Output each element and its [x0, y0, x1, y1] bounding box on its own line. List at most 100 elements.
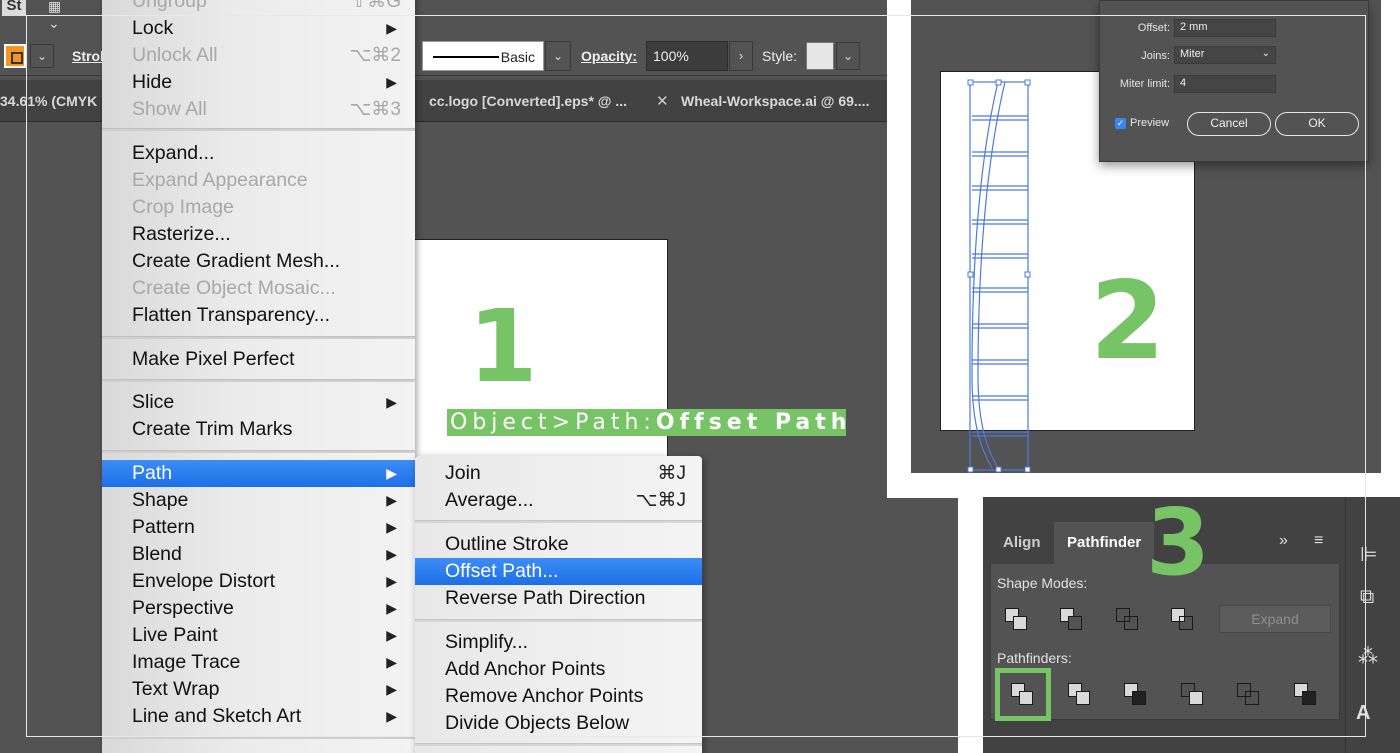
expand-button[interactable]: Expand — [1219, 605, 1331, 633]
stroke-profile-select[interactable]: Basic — [422, 41, 544, 71]
pathfinders-label: Pathfinders: — [997, 650, 1072, 666]
exclude-icon[interactable] — [1171, 608, 1195, 632]
submenu-item-simplify[interactable]: Simplify... — [415, 629, 702, 656]
menu-item-expand-appearance: Expand Appearance — [132, 169, 308, 191]
tab-cc-logo[interactable]: cc.logo [Converted].eps* @ ... — [429, 93, 627, 109]
submenu-item-reverse-path-direction[interactable]: Reverse Path Direction — [415, 585, 702, 612]
minus-front-icon[interactable] — [1060, 608, 1084, 632]
offset-label: Offset: — [1137, 22, 1170, 34]
submenu-item-join[interactable]: Join ⌘J — [415, 460, 702, 487]
menu-item-image-trace[interactable]: Image Trace ▶ — [102, 649, 415, 676]
joins-label: Joins: — [1141, 50, 1170, 62]
joins-value: Miter — [1180, 48, 1205, 60]
tab-pathfinder[interactable]: Pathfinder — [1054, 522, 1154, 564]
panel-collapse-icon[interactable]: » — [1279, 532, 1288, 550]
submenu-item-add-anchor-points[interactable]: Add Anchor Points — [415, 656, 702, 683]
character-icon[interactable]: A — [1356, 702, 1370, 725]
menu-item-shape[interactable]: Shape ▶ — [102, 487, 415, 514]
tab-wheal-workspace[interactable]: Wheal-Workspace.ai @ 69.... — [681, 93, 869, 109]
divide-highlight-box — [995, 668, 1051, 721]
menu-item-flatten-transparency[interactable]: Flatten Transparency... — [102, 302, 415, 329]
menu-separator — [102, 128, 415, 131]
submenu-item-divide-objects-below[interactable]: Divide Objects Below — [415, 710, 702, 737]
joins-select[interactable]: Miter ⌄ — [1174, 46, 1276, 64]
menu-item-make-pixel-perfect[interactable]: Make Pixel Perfect — [102, 346, 415, 373]
menu-item-pattern[interactable]: Pattern ▶ — [102, 514, 415, 541]
submenu-item-offset-path[interactable]: Offset Path... — [415, 558, 702, 585]
step-number-1: 1 — [468, 288, 538, 405]
offset-input[interactable]: 2 mm — [1174, 19, 1276, 37]
trim-icon[interactable] — [1068, 683, 1092, 707]
stock-badge[interactable]: St — [2, 0, 26, 16]
stroke-line-preview — [433, 56, 499, 58]
unite-icon[interactable] — [1005, 608, 1029, 632]
align-icon[interactable]: ⊫ — [1360, 542, 1377, 567]
submenu-arrow-icon: ▶ — [386, 708, 397, 724]
crop-icon[interactable] — [1181, 683, 1205, 707]
menu-item-create-gradient-mesh[interactable]: Create Gradient Mesh... — [102, 248, 415, 275]
preview-checkbox[interactable]: ✓ — [1115, 118, 1126, 129]
chevron-down-icon: ⌄ — [1261, 48, 1270, 59]
submenu-arrow-icon: ▶ — [386, 519, 397, 535]
caption-prefix: Object>Path: — [450, 410, 656, 435]
tab-align[interactable]: Align — [1003, 534, 1041, 551]
miter-limit-label: Miter limit: — [1119, 78, 1170, 90]
submenu-arrow-icon: ▶ — [386, 546, 397, 562]
menu-item-create-object-mosaic: Create Object Mosaic... — [132, 277, 336, 299]
menu-item-create-trim-marks[interactable]: Create Trim Marks — [102, 416, 415, 443]
submenu-item-outline-stroke[interactable]: Outline Stroke — [415, 531, 702, 558]
opacity-input[interactable]: 100% — [646, 41, 728, 71]
minus-back-icon[interactable] — [1294, 683, 1318, 707]
submenu-arrow-icon: ▶ — [386, 492, 397, 508]
right-tool-strip — [1345, 497, 1400, 753]
miter-limit-input[interactable]: 4 — [1174, 75, 1276, 93]
submenu-arrow-icon: ▶ — [386, 394, 397, 410]
menu-separator — [102, 379, 415, 382]
preview-label[interactable]: Preview — [1130, 117, 1169, 129]
opacity-label[interactable]: Opacity: — [581, 48, 637, 64]
offset-path-preview — [967, 79, 1031, 473]
caption-bold: Offset Path — [655, 410, 852, 435]
menu-separator — [102, 336, 415, 339]
menu-item-text-wrap[interactable]: Text Wrap ▶ — [102, 676, 415, 703]
object-menu: Ungroup ⇧⌘G Lock ▶ Unlock All ⌥⌘2 Hide ▶ Sho… — [102, 0, 415, 753]
menu-item-unlock-all: Unlock All ⌥⌘2 — [132, 44, 401, 66]
merge-icon[interactable] — [1124, 683, 1148, 707]
menu-item-hide[interactable]: Hide ▶ — [102, 69, 415, 96]
tab-document-1[interactable]: 34.61% (CMYK — [0, 93, 97, 109]
ok-button[interactable]: OK — [1275, 112, 1359, 136]
graphic-style-chevron-icon[interactable]: ⌄ — [836, 42, 860, 70]
panel-menu-icon[interactable]: ≡ — [1314, 532, 1323, 550]
selection-fill-swatch[interactable] — [4, 44, 26, 68]
menu-item-lock[interactable]: Lock ▶ — [102, 15, 415, 42]
step-number-3: 3 — [1146, 489, 1211, 596]
submenu-arrow-icon: ▶ — [386, 74, 397, 90]
menu-separator — [415, 619, 702, 622]
menu-item-slice[interactable]: Slice ▶ — [102, 389, 415, 416]
workspace-switcher-icon[interactable]: ▦ ⌄ — [48, 0, 74, 31]
shape-modes-label: Shape Modes: — [997, 575, 1088, 591]
submenu-arrow-icon: ▶ — [386, 465, 397, 481]
menu-item-perspective[interactable]: Perspective ▶ — [102, 595, 415, 622]
submenu-item-average[interactable]: Average... ⌥⌘J — [415, 487, 702, 514]
fill-dropdown-chevron-icon[interactable]: ⌄ — [30, 44, 54, 68]
tab-close-icon[interactable]: ✕ — [656, 92, 669, 110]
opacity-arrow-icon[interactable]: › — [729, 41, 753, 71]
outline-icon[interactable] — [1237, 683, 1261, 707]
stroke-profile-chevron-icon[interactable]: ⌄ — [545, 41, 571, 71]
menu-item-line-and-sketch-art[interactable]: Line and Sketch Art ▶ — [102, 703, 415, 730]
menu-item-show-all: Show All ⌥⌘3 — [132, 98, 401, 120]
menu-item-expand[interactable]: Expand... — [102, 140, 415, 167]
magic-wand-icon[interactable]: ⁂ — [1358, 644, 1378, 669]
submenu-item-remove-anchor-points[interactable]: Remove Anchor Points — [415, 683, 702, 710]
menu-item-envelope-distort[interactable]: Envelope Distort ▶ — [102, 568, 415, 595]
menu-item-blend[interactable]: Blend ▶ — [102, 541, 415, 568]
menu-item-rasterize[interactable]: Rasterize... — [102, 221, 415, 248]
pathfinder-icon[interactable]: ⧉ — [1360, 586, 1374, 609]
menu-separator — [415, 743, 702, 746]
graphic-style-swatch[interactable] — [806, 42, 834, 70]
intersect-icon[interactable] — [1116, 608, 1140, 632]
menu-item-live-paint[interactable]: Live Paint ▶ — [102, 622, 415, 649]
cancel-button[interactable]: Cancel — [1187, 112, 1271, 136]
menu-item-path[interactable]: Path ▶ — [102, 460, 415, 487]
